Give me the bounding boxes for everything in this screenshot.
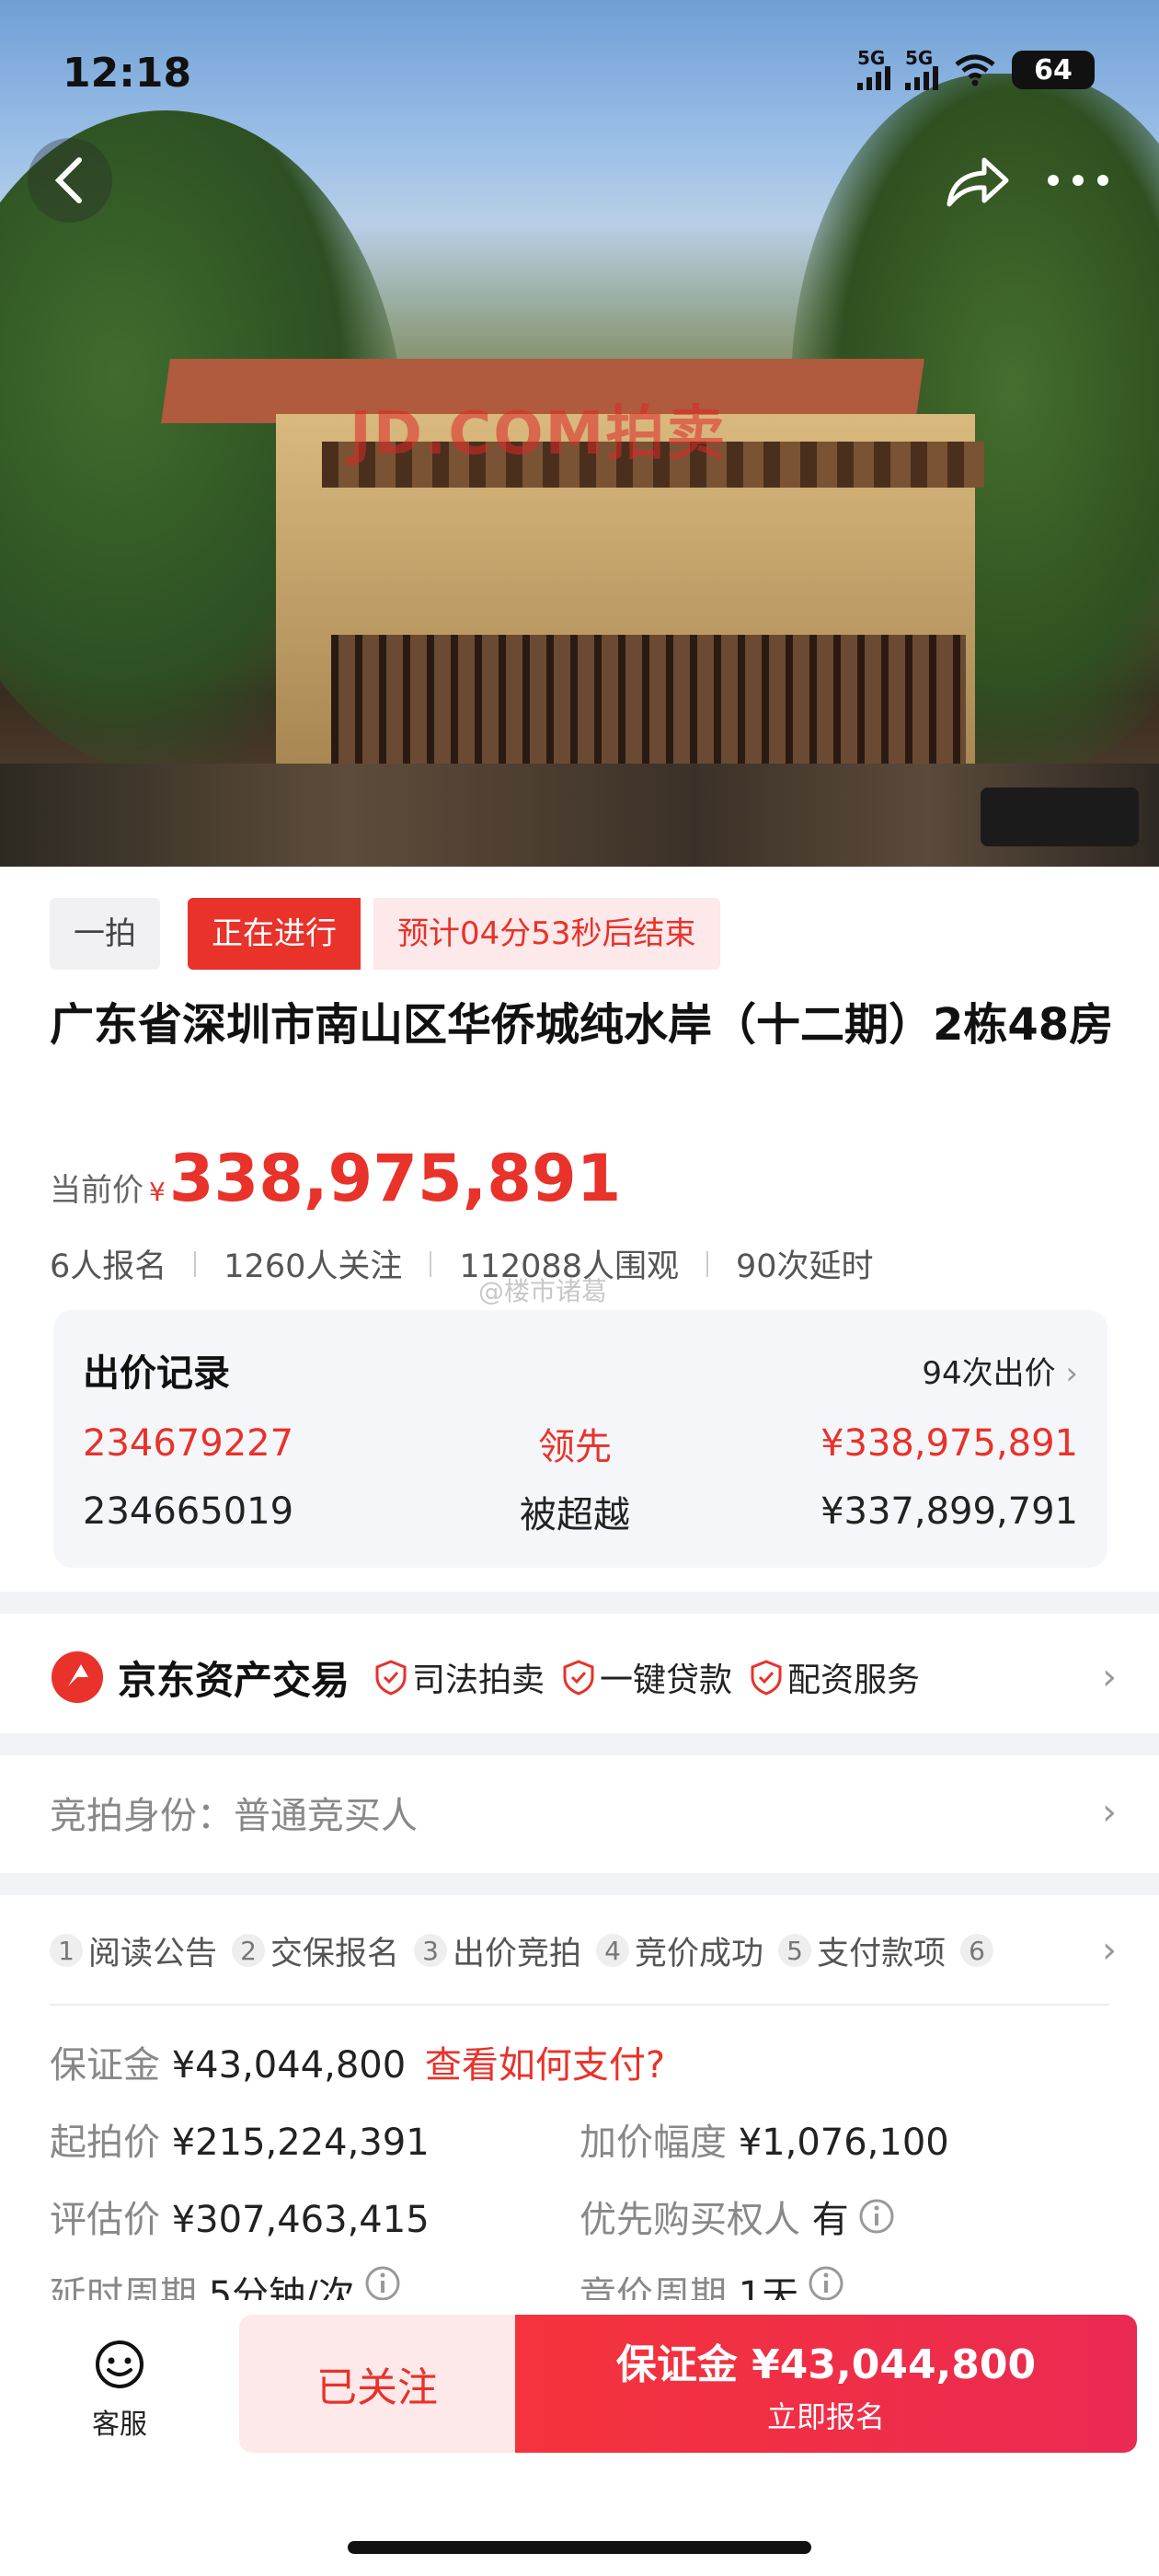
signup-label: 立即报名: [766, 2399, 885, 2434]
share-button[interactable]: [935, 138, 1019, 223]
section-divider: [0, 1733, 1159, 1755]
stat-extensions: 90次延时: [735, 1248, 874, 1285]
home-indicator[interactable]: [348, 2541, 811, 2554]
appraisal-info: 评估价 ¥307,463,415: [50, 2199, 430, 2241]
section-divider: [0, 1592, 1159, 1614]
property-photo[interactable]: JD.COM拍卖: [0, 0, 1159, 867]
extension-period-info: 延时周期 5分钟/次: [50, 2265, 401, 2302]
info-icon[interactable]: [858, 2198, 895, 2235]
bid-row-outbid: 234665019 被超越 ¥337,899,791: [83, 1485, 1078, 1538]
platform-name: 京东资产交易: [118, 1657, 350, 1703]
property-title: 广东省深圳市南山区华侨城纯水岸（十二期）2栋48房: [50, 999, 1114, 1051]
step-read-notice: 1 阅读公告: [50, 1927, 217, 1974]
bidding-period-info: 竞价周期 1天: [580, 2265, 844, 2302]
customer-service-button[interactable]: 客服: [74, 2337, 166, 2442]
followed-button[interactable]: 已关注: [239, 2315, 515, 2453]
current-price-value: 338,975,891: [168, 1141, 622, 1216]
step-deposit-signup: 2 交保报名: [232, 1927, 399, 1974]
signal-icon-sim2: 5G: [905, 49, 938, 90]
smile-chat-icon: [96, 2340, 143, 2388]
signup-deposit-button[interactable]: 保证金 ¥43,044,800 立即报名: [515, 2315, 1137, 2453]
photo-watermark: JD.COM拍卖: [350, 400, 728, 468]
photo-counter-badge: [981, 788, 1139, 846]
auction-stats: 6人报名 1260人关注 112088人围观 90次延时: [50, 1240, 874, 1287]
chevron-right-icon: ›: [1102, 1656, 1117, 1698]
bid-row-leading: 234679227 领先 ¥338,975,891: [83, 1417, 1078, 1470]
feature-loan: 一键贷款: [561, 1653, 732, 1701]
deposit-info: 保证金 ¥43,044,800 查看如何支付?: [50, 2044, 666, 2087]
bid-count-link[interactable]: 94次出价 ›: [922, 1348, 1078, 1393]
auction-steps[interactable]: 1 阅读公告 2 交保报名 3 出价竞拍 4 竞价成功 5 支付款项 6 ›: [50, 1923, 1117, 1978]
step-bidding: 3 出价竞拍: [414, 1927, 581, 1974]
bid-status: 领先: [538, 1426, 612, 1468]
bid-record-card[interactable]: 出价记录 94次出价 › 234679227 领先 ¥338,975,891 2…: [53, 1310, 1107, 1568]
jd-logo-icon: [52, 1651, 103, 1703]
villa-gate: [331, 635, 966, 773]
stat-signups: 6人报名: [50, 1248, 167, 1285]
how-to-pay-link[interactable]: 查看如何支付?: [425, 2044, 665, 2087]
current-price-label: 当前价: [50, 1172, 143, 1209]
bid-record-title: 出价记录: [83, 1352, 230, 1395]
bottom-action-bar: 客服 已关注 保证金 ¥43,044,800 立即报名: [0, 2300, 1159, 2576]
weibo-watermark: @楼市诸葛: [478, 1276, 608, 1306]
starting-price-info: 起拍价 ¥215,224,391: [50, 2122, 430, 2164]
feature-judicial: 司法拍卖: [373, 1653, 545, 1701]
info-icon[interactable]: [364, 2265, 401, 2302]
shield-check-icon: [751, 1660, 782, 1696]
currency-symbol: ¥: [149, 1177, 166, 1207]
bidder-id: 234665019: [83, 1490, 294, 1533]
step-win: 4 竞价成功: [596, 1927, 763, 1974]
step-more: 6: [960, 1934, 999, 1967]
shield-check-icon: [375, 1660, 407, 1696]
chevron-left-icon: [54, 157, 82, 203]
identity-value: 普通竞买人: [234, 1795, 418, 1837]
increment-info: 加价幅度 ¥1,076,100: [580, 2122, 949, 2164]
auction-round-tag: 一拍: [50, 898, 160, 970]
current-price: 当前价 ¥ 338,975,891: [50, 1141, 621, 1216]
identity-label: 竞拍身份：: [50, 1795, 234, 1837]
chevron-right-icon: ›: [1065, 1354, 1078, 1392]
steps-divider: [50, 2004, 1109, 2006]
priority-buyer-info: 优先购买权人 有: [580, 2190, 895, 2243]
countdown-tag: 预计04分53秒后结束: [373, 898, 720, 970]
back-button[interactable]: [28, 138, 112, 223]
status-time: 12:18: [63, 50, 192, 97]
chevron-right-icon: ›: [1102, 1929, 1117, 1972]
battery-icon: 64: [1012, 51, 1095, 89]
stat-followers: 1260人关注: [224, 1248, 403, 1285]
feature-funding: 配资服务: [749, 1653, 920, 1701]
status-bar: 12:18 5G 5G 64: [0, 0, 1159, 110]
status-icons: 5G 5G 64: [857, 49, 1095, 90]
deposit-amount-label: 保证金 ¥43,044,800: [615, 2341, 1037, 2388]
wifi-icon: [955, 54, 995, 86]
section-divider: [0, 1873, 1159, 1895]
bid-amount: ¥338,975,891: [820, 1422, 1078, 1465]
bidder-id: 234679227: [83, 1422, 294, 1465]
step-payment: 5 支付款项: [778, 1927, 946, 1974]
bid-amount: ¥337,899,791: [820, 1490, 1078, 1533]
share-icon: [947, 157, 1009, 207]
more-button[interactable]: [1036, 138, 1120, 223]
shield-check-icon: [563, 1660, 594, 1696]
bidder-identity-row[interactable]: 竞拍身份： 普通竞买人 ›: [50, 1776, 1117, 1849]
more-dots-icon: [1048, 175, 1108, 186]
signal-icon-sim1: 5G: [857, 49, 890, 90]
platform-row[interactable]: 京东资产交易 司法拍卖 一键贷款 配资服务 ›: [50, 1639, 1117, 1715]
chevron-right-icon: ›: [1102, 1791, 1117, 1834]
customer-service-label: 客服: [92, 2409, 147, 2441]
bid-status: 被超越: [520, 1494, 630, 1536]
info-icon[interactable]: [808, 2265, 844, 2302]
auction-status-tag: 正在进行: [188, 898, 361, 970]
